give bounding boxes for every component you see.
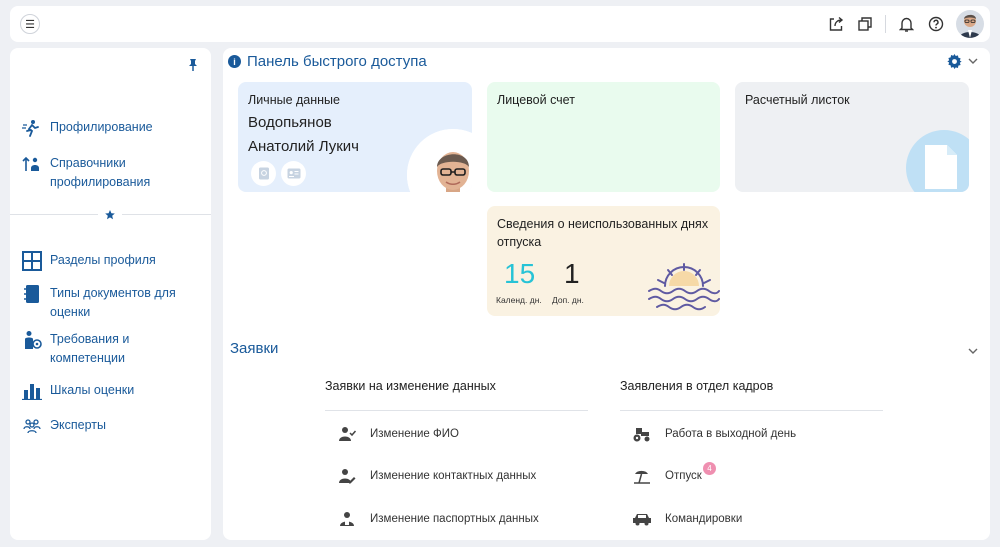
toolbar-divider — [885, 15, 886, 33]
card-title: Расчетный листок — [745, 93, 850, 107]
vacation-balance-card[interactable]: Сведения о неиспользованных днях отпуска… — [487, 206, 720, 316]
person-id-icon — [337, 510, 357, 528]
column-divider — [620, 410, 883, 411]
person-check-icon — [337, 425, 357, 443]
quick-access-header: i Панель быстрого доступа — [228, 53, 427, 70]
request-business-trips[interactable]: Командировки — [632, 510, 742, 528]
quick-access-settings[interactable] — [947, 54, 978, 69]
sidebar-divider-left — [10, 214, 98, 215]
vacation-badge: 4 — [703, 462, 716, 475]
beach-icon — [632, 467, 652, 485]
windows-icon[interactable] — [856, 16, 873, 33]
employee-photo — [407, 129, 472, 192]
top-bar: ☰ — [10, 6, 990, 42]
request-label: Отпуск — [665, 470, 702, 482]
info-icon: i — [228, 55, 241, 68]
grid-icon — [22, 251, 42, 271]
passport-icon[interactable] — [251, 161, 276, 186]
sidebar-item-document-types[interactable]: Типы документов для оценки — [22, 284, 190, 322]
menu-icon[interactable]: ☰ — [20, 14, 40, 34]
requests-title: Заявки — [230, 340, 279, 357]
sidebar-item-profile-sections[interactable]: Разделы профиля — [22, 251, 156, 271]
bar-chart-icon — [22, 381, 42, 401]
tractor-icon — [632, 425, 652, 443]
sidebar-item-requirements[interactable]: Требования и компетенции — [22, 330, 170, 368]
request-label: Изменение ФИО — [370, 428, 459, 440]
sort-people-icon — [22, 154, 42, 174]
card-title: Лицевой счет — [497, 93, 575, 107]
run-person-icon — [22, 118, 42, 138]
document-icon — [906, 130, 969, 192]
column-divider — [325, 410, 588, 411]
account-card[interactable]: Лицевой счет — [487, 82, 720, 192]
sidebar-item-label: Шкалы оценки — [50, 383, 135, 397]
sidebar-item-profiling-directories[interactable]: Справочники профилирования — [22, 154, 190, 192]
sunset-icon — [647, 262, 720, 316]
pin-icon[interactable] — [186, 58, 200, 72]
extra-days-count: 1 — [564, 258, 580, 289]
user-avatar[interactable] — [956, 10, 984, 38]
id-card-icon[interactable] — [281, 161, 306, 186]
person-settings-icon — [22, 330, 42, 350]
sidebar-item-experts[interactable]: Эксперты — [22, 416, 106, 436]
sidebar-item-label: Требования и компетенции — [50, 332, 130, 365]
help-icon[interactable] — [927, 16, 944, 33]
sidebar-divider-right — [122, 214, 211, 215]
request-change-name[interactable]: Изменение ФИО — [337, 425, 459, 443]
sidebar-item-label: Профилирование — [50, 120, 153, 134]
share-icon[interactable] — [827, 16, 844, 33]
card-title: Личные данные — [248, 93, 340, 107]
payslip-card[interactable]: Расчетный листок — [735, 82, 969, 192]
request-weekend-work[interactable]: Работа в выходной день — [632, 425, 796, 443]
chevron-down-icon — [968, 58, 978, 64]
card-title: Сведения о неиспользованных днях отпуска — [497, 217, 709, 249]
sidebar-item-label: Эксперты — [50, 418, 106, 432]
employee-name: Водопьянов Анатолий Лукич — [248, 114, 359, 155]
hr-applications-header: Заявления в отдел кадров — [620, 379, 774, 393]
sidebar-item-rating-scales[interactable]: Шкалы оценки — [22, 381, 134, 401]
main-panel: i Панель быстрого доступа Личные данные … — [223, 48, 990, 540]
sidebar-item-label: Типы документов для оценки — [50, 286, 176, 319]
request-label: Изменение контактных данных — [370, 470, 537, 482]
gear-icon — [947, 54, 962, 69]
sidebar-item-label: Разделы профиля — [50, 253, 156, 267]
sidebar-item-label: Справочники профилирования — [50, 156, 151, 189]
request-vacation[interactable]: Отпуск — [632, 467, 702, 485]
data-change-requests-header: Заявки на изменение данных — [325, 379, 496, 393]
notebook-icon — [22, 284, 42, 304]
request-change-passport[interactable]: Изменение паспортных данных — [337, 510, 539, 528]
group-icon — [22, 416, 42, 436]
personal-data-card[interactable]: Личные данные Водопьянов Анатолий Лукич — [238, 82, 472, 192]
request-label: Работа в выходной день — [665, 428, 797, 440]
request-label: Изменение паспортных данных — [370, 513, 539, 525]
extra-days-caption: Доп. дн. — [552, 295, 584, 305]
calendar-days-count: 15 — [504, 258, 536, 289]
top-actions — [827, 10, 984, 38]
chevron-down-icon[interactable] — [968, 342, 978, 360]
sidebar-item-profiling[interactable]: Профилирование — [22, 118, 153, 138]
request-change-contacts[interactable]: Изменение контактных данных — [337, 467, 536, 485]
bell-icon[interactable] — [898, 16, 915, 33]
star-icon — [104, 208, 116, 220]
person-edit-icon — [337, 467, 357, 485]
car-icon — [632, 510, 652, 528]
calendar-days-caption: Календ. дн. — [496, 295, 542, 305]
request-label: Командировки — [665, 513, 743, 525]
sidebar: Профилирование Справочники профилировани… — [10, 48, 211, 540]
quick-access-title: Панель быстрого доступа — [247, 53, 427, 70]
